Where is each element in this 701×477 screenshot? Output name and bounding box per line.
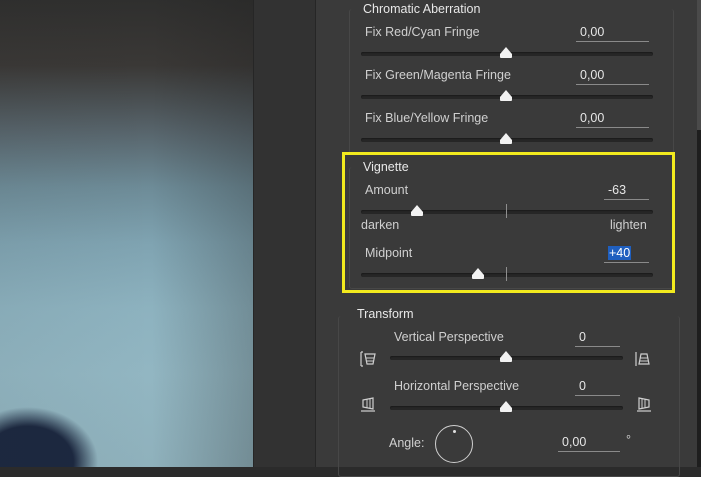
horizontal-perspective-left-icon[interactable] [359, 396, 377, 414]
vertical-perspective-label: Vertical Perspective [394, 330, 504, 344]
fix-green-magenta-label: Fix Green/Magenta Fringe [365, 68, 511, 82]
fix-blue-yellow-value[interactable]: 0,00 [576, 111, 649, 128]
angle-dial-icon[interactable] [435, 425, 473, 463]
angle-label: Angle: [389, 436, 425, 450]
angle-unit: ° [626, 433, 631, 447]
transform-title: Transform [354, 307, 417, 321]
horizontal-perspective-value[interactable]: 0 [575, 379, 620, 396]
fix-red-cyan-value[interactable]: 0,00 [576, 25, 649, 42]
horizontal-perspective-label: Horizontal Perspective [394, 379, 520, 393]
vertical-perspective-left-icon[interactable] [359, 350, 377, 368]
chromatic-aberration-title: Chromatic Aberration [360, 2, 484, 16]
fix-blue-yellow-label: Fix Blue/Yellow Fringe [365, 111, 489, 125]
fix-red-cyan-label: Fix Red/Cyan Fringe [365, 25, 480, 39]
photo-preview [0, 0, 253, 467]
vignette-highlight-box [342, 152, 675, 293]
horizontal-perspective-right-icon[interactable] [635, 396, 653, 414]
vertical-perspective-right-icon[interactable] [633, 350, 651, 368]
scrollbar-thumb[interactable] [697, 0, 701, 130]
vertical-perspective-value[interactable]: 0 [575, 330, 620, 347]
transform-group [338, 316, 680, 477]
fix-green-magenta-value[interactable]: 0,00 [576, 68, 649, 85]
panel-scrollbar[interactable] [697, 0, 701, 467]
angle-value[interactable]: 0,00 [558, 435, 620, 452]
panel-gutter [253, 0, 316, 467]
